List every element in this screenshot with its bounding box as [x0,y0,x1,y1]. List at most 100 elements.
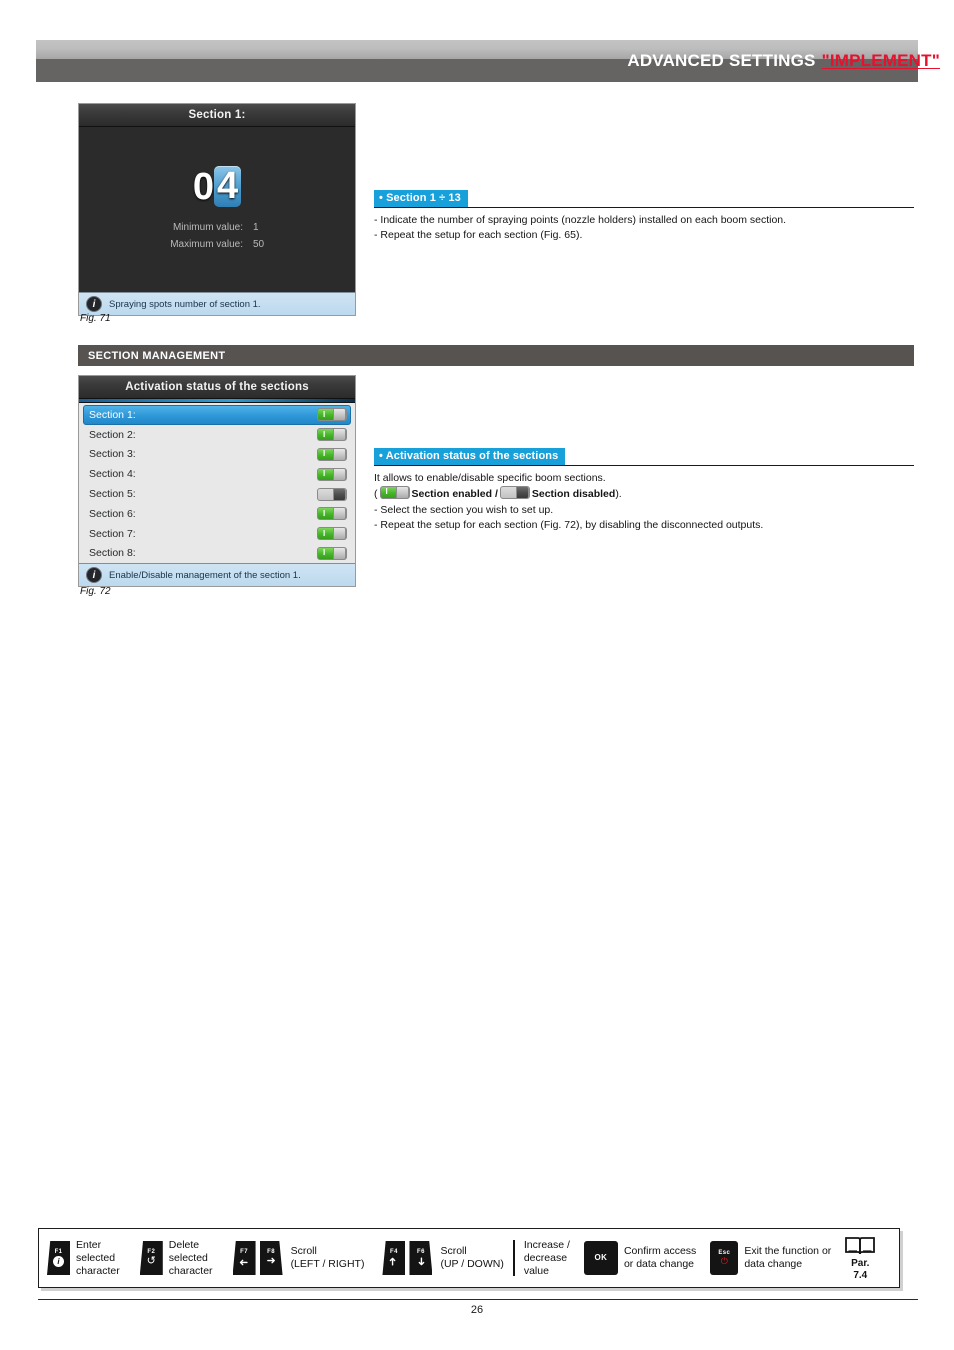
legend-separator: / [494,487,498,500]
fig71-screen-body: 04 Minimum value: 1 Maximum value: 50 [79,127,355,292]
legend-item-esc: Esc ⏻ Exit the function or data change [710,1241,831,1275]
info-circle-icon: i [53,1256,64,1267]
page-number: 26 [470,1304,484,1316]
section-row-label: Section 1: [89,408,136,421]
section-row[interactable]: Section 5: [83,484,351,504]
toggle-knob [333,528,346,540]
section-toggle-on[interactable]: I [317,447,347,461]
toggle-knob [333,448,346,460]
key-f1-label: F1 [54,1249,63,1255]
toggle-on-mark: I [323,449,326,459]
section-row-label: Section 6: [89,507,136,520]
legend-ok-text: Confirm access or data change [623,1245,697,1270]
section-toggle-on[interactable]: I [317,467,347,481]
paragraph-reference[interactable]: Par. 7.4 [845,1235,876,1281]
key-f7[interactable]: F7 ➜ [232,1241,256,1275]
fig72-section-list[interactable]: Section 1: I Section 2: I Section 3: I Section… [79,402,355,564]
legend-item-scroll-lr: F7 ➜ F8 ➜ Scroll (LEFT / RIGHT) [232,1241,365,1275]
fig71-info-text: Spraying spots number of section 1. [109,298,261,310]
legend-item-ok: OK Confirm access or data change [583,1241,697,1275]
legend-scroll-lr-text: Scroll (LEFT / RIGHT) [290,1245,365,1270]
section-row[interactable]: Section 1: I [83,405,351,425]
fig71-value-display: 04 [192,165,242,208]
fig71-minimum-value: 1 [253,222,259,233]
key-f4[interactable]: F4 ➜ [382,1241,406,1275]
activation-legend-line: (I Section enabled / Section disabled). [374,485,914,504]
text-block-activation: • Activation status of the sections It a… [374,446,914,532]
toggle-knob [333,468,346,480]
legend-disabled-label: Section disabled [531,487,616,500]
figure-71-caption: Fig. 71 [80,313,111,324]
paragraph-ref-line1: Par. [851,1258,870,1269]
arrow-left-icon: ➜ [239,1256,249,1268]
legend-item-f2: F2 ↺ Delete selected character [139,1238,213,1278]
toggle-knob [515,486,529,498]
key-ok-label: OK [594,1253,608,1262]
toggle-knob [333,508,346,520]
fig72-info-text: Enable/Disable management of the section… [109,569,301,581]
fig71-minimum-row: Minimum value: 1 [147,219,287,236]
section-row[interactable]: Section 8: I [83,544,351,564]
fig71-value-prefix: 0 [192,165,214,208]
fig71-selected-digit[interactable]: 4 [214,166,242,207]
page-title-main: ADVANCED SETTINGS [627,51,816,70]
key-f6[interactable]: F6 ➜ [409,1241,433,1275]
key-f6-label: F6 [417,1249,425,1255]
arrow-right-icon: ➜ [266,1255,276,1267]
section-row-label: Section 7: [89,527,136,540]
legend-f2-text: Delete selected character [168,1238,213,1277]
legend-scroll-ud-text: Scroll (UP / DOWN) [440,1245,504,1270]
toggle-knob [333,409,346,421]
section-range-body: - Indicate the number of spraying points… [374,208,914,242]
section-row[interactable]: Section 6: I [83,504,351,524]
key-esc[interactable]: Esc ⏻ [710,1241,739,1275]
section-toggle-on[interactable]: I [317,527,347,541]
section-range-line-1: - Indicate the number of spraying points… [374,214,787,226]
toggle-on-mark: I [323,469,326,479]
activation-line-4: - Repeat the setup for each section (Fig… [374,518,764,531]
section-row[interactable]: Section 2: I [83,425,351,445]
toggle-on-mark: I [385,487,388,496]
section-row-label: Section 5: [89,488,136,501]
section-toggle-on[interactable]: I [379,485,410,499]
figure-72-screenshot: Activation status of the sections Sectio… [78,375,356,588]
toggle-off-icon [499,485,530,504]
key-f1[interactable]: F1 i [47,1241,70,1275]
legend-open-paren: ( [374,487,378,500]
fig71-info-bar: i Spraying spots number of section 1. [79,292,355,315]
key-ok[interactable]: OK [583,1241,618,1275]
fig71-maximum-value: 50 [253,239,265,250]
section-toggle-off[interactable] [499,485,530,499]
toggle-on-mark: I [323,409,326,419]
toggle-on-mark: I [323,508,326,518]
section-row-label: Section 3: [89,448,136,461]
section-row-label: Section 8: [89,547,136,560]
toggle-on-mark: I [323,429,326,439]
key-f8[interactable]: F8 ➜ [259,1241,283,1275]
legend-item-scroll-ud: F4 ➜ F6 ➜ Scroll (UP / DOWN) [382,1241,504,1275]
paragraph-ref-line2: 7.4 [853,1270,868,1281]
toggle-knob [395,486,409,498]
activation-line-3: - Select the section you wish to set up. [374,504,554,516]
section-toggle-on[interactable]: I [317,428,347,442]
section-toggle-off[interactable] [317,487,347,501]
info-circle-icon: i [86,296,102,312]
activation-heading: • Activation status of the sections [374,448,566,465]
section-row[interactable]: Section 7: I [83,524,351,544]
fig72-screen-title: Activation status of the sections [79,376,355,399]
key-f2[interactable]: F2 ↺ [139,1241,163,1275]
info-circle-icon: i [86,567,102,584]
section-row[interactable]: Section 4: I [83,464,351,484]
open-book-icon [845,1237,876,1255]
section-toggle-on[interactable]: I [317,546,347,560]
section-management-band: SECTION MANAGEMENT [78,345,914,366]
section-toggle-on[interactable]: I [317,408,347,422]
fig71-screen-title: Section 1: [79,104,355,127]
section-row[interactable]: Section 3: I [83,445,351,465]
section-toggle-on[interactable]: I [317,507,347,521]
arrow-up-icon: ➜ [387,1256,400,1267]
toggle-knob [333,488,346,500]
figure-71-screenshot: Section 1: 04 Minimum value: 1 Maximum va… [78,103,356,316]
toggle-on-mark: I [323,548,326,558]
legend-item-f1: F1 i Enter selected character [47,1239,120,1278]
